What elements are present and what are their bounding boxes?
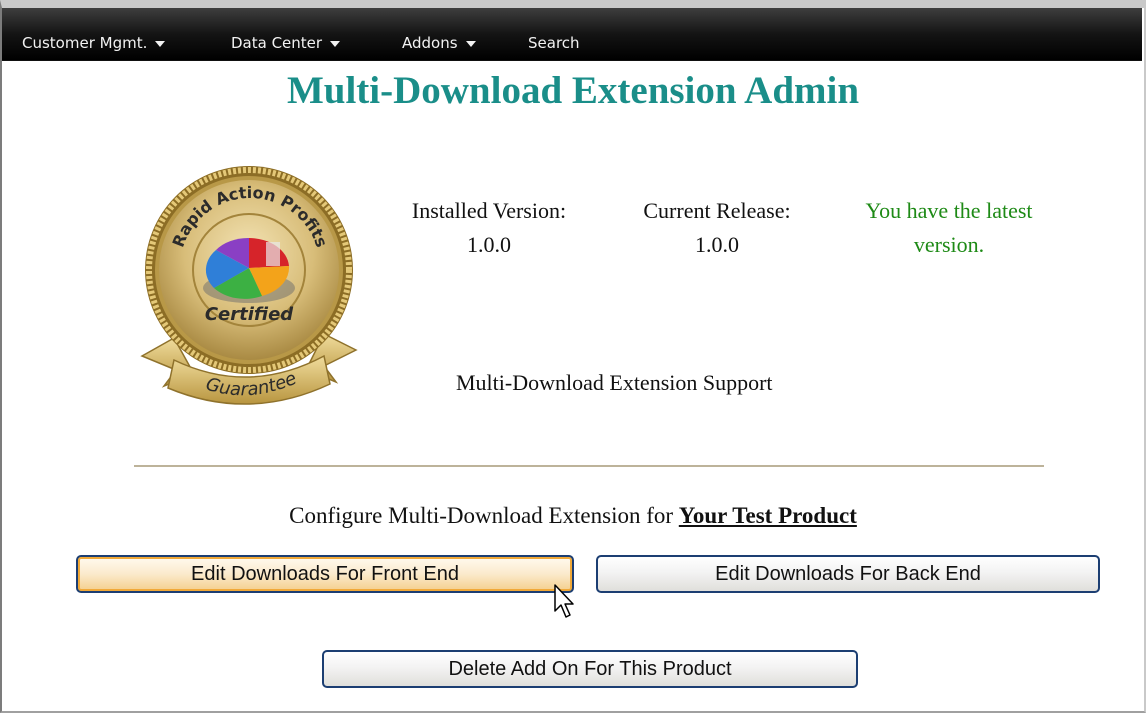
mouse-pointer-icon xyxy=(554,584,574,618)
version-status-line2: version. xyxy=(913,232,985,257)
edit-downloads-back-end-button[interactable]: Edit Downloads For Back End xyxy=(596,555,1100,593)
current-release-label: Current Release: xyxy=(643,198,791,223)
section-divider xyxy=(134,465,1044,467)
caret-down-icon xyxy=(330,40,341,47)
nav-addons[interactable]: Addons xyxy=(402,32,476,54)
nav-search[interactable]: Search xyxy=(528,32,580,54)
nav-addons-label: Addons xyxy=(402,34,458,52)
installed-version-value: 1.0.0 xyxy=(467,232,511,257)
caret-down-icon xyxy=(155,40,166,47)
nav-customer-mgmt[interactable]: Customer Mgmt. xyxy=(22,32,166,54)
page-title: Multi-Download Extension Admin xyxy=(286,69,860,112)
installed-version-label: Installed Version: xyxy=(411,198,567,223)
caret-down-icon xyxy=(465,40,476,47)
top-nav-bar: Customer Mgmt. Data Center Addons Search xyxy=(2,8,1142,61)
current-release-block: Current Release: 1.0.0 xyxy=(616,194,818,262)
nav-search-label: Search xyxy=(528,34,580,52)
seal-certified-text: Certified xyxy=(205,304,294,325)
delete-addon-button[interactable]: Delete Add On For This Product xyxy=(322,650,858,688)
edit-downloads-front-end-button[interactable]: Edit Downloads For Front End xyxy=(76,555,574,593)
installed-version-block: Installed Version: 1.0.0 xyxy=(387,194,591,262)
nav-data-center[interactable]: Data Center xyxy=(231,32,341,54)
nav-customer-mgmt-label: Customer Mgmt. xyxy=(22,34,148,52)
version-status-message: You have the latest version. xyxy=(834,194,1064,262)
support-link-text[interactable]: Multi-Download Extension Support xyxy=(456,366,773,400)
version-status-line1: You have the latest xyxy=(865,198,1033,223)
current-release-value: 1.0.0 xyxy=(695,232,739,257)
configure-heading: Configure Multi-Download Extension for Y… xyxy=(0,499,1146,533)
product-name-link[interactable]: Your Test Product xyxy=(679,503,857,528)
nav-data-center-label: Data Center xyxy=(231,34,323,52)
certified-guarantee-seal: Rapid Action Profits Certified Guarantee xyxy=(140,166,358,405)
configure-prefix: Configure Multi-Download Extension for xyxy=(289,503,674,528)
